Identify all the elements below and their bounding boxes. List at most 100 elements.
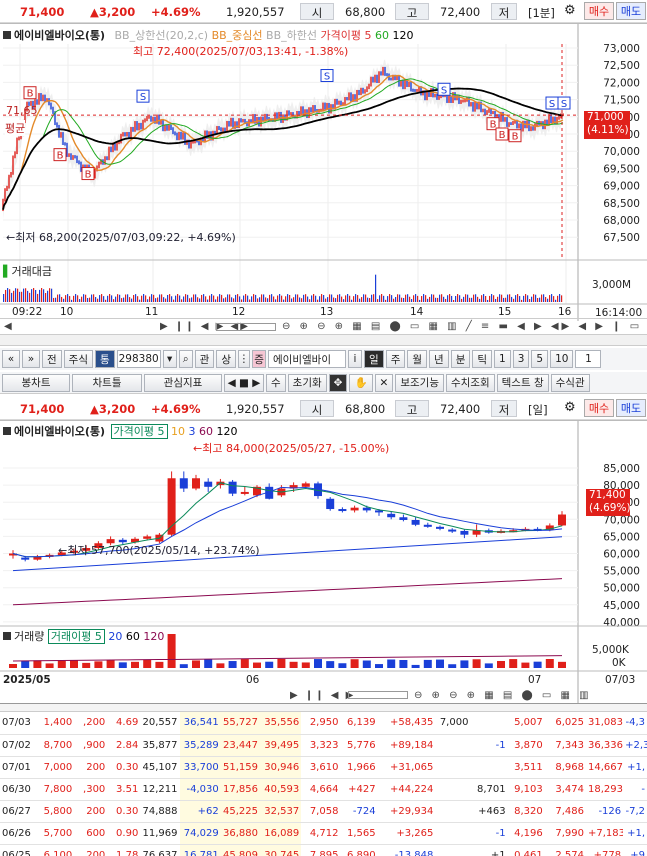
daily-chart[interactable]: 에이비엘바이오(통) 가격이평 5 10 3 60 120 85,000 80,0…: [0, 420, 647, 703]
vol2-tick-high: 5,000K: [592, 644, 629, 656]
table-cell: 35,556: [259, 712, 302, 735]
volume-bar: [527, 295, 529, 302]
daily-data-table[interactable]: 07/03 1,400,200 4.69 20,557 36,541 55,727 35,5…: [0, 703, 647, 856]
interval-3[interactable]: 3: [512, 350, 530, 368]
info-button[interactable]: i: [348, 350, 363, 368]
zoom-controls-2[interactable]: ⊖ ⊕ ⊖ ⊕ ▦ ▤ ⬤ ▭ ▦ ▥: [414, 690, 592, 701]
table-row[interactable]: 06/25 6,100,200 1.78 76,637 16,781 45,809 30,7…: [0, 844, 647, 856]
period-minute[interactable]: 분: [450, 350, 471, 368]
volume-bar: [111, 295, 113, 302]
buy-button-daily[interactable]: 매수: [584, 399, 614, 417]
volume-bar-2: [472, 659, 481, 668]
zoom-controls[interactable]: ⊖ ⊕ ⊖ ⊕ ▦ ▤ ⬤ ▭ ▦ ▥ ╱ ≡ ▬ ◀ ▶ ◀▶ ◀ ▶ ❙ ▭: [282, 321, 642, 332]
volume-bar: [493, 295, 495, 302]
expand-button[interactable]: »: [22, 350, 40, 368]
table-cell: 4.69: [107, 712, 141, 735]
buy-button[interactable]: 매수: [584, 2, 614, 20]
tong-toggle[interactable]: 통: [95, 350, 115, 368]
interval-select[interactable]: 1: [575, 350, 602, 368]
volume-bar: [3, 294, 5, 302]
open-label-daily: 시: [300, 400, 334, 417]
table-cell: +427: [340, 778, 378, 801]
cross-icon[interactable]: ✕: [374, 373, 394, 392]
table-row[interactable]: 07/02 8,700,900 2.84 35,877 35,289 23,447 39,4…: [0, 734, 647, 757]
table-row[interactable]: 06/30 7,800,300 3.51 12,211 -4,030 17,856 40,5…: [0, 778, 647, 801]
volume-bar: [505, 297, 507, 302]
playback-controls-2[interactable]: ▶ ❙❙ ◀ ▶: [290, 690, 355, 701]
value-lookup-button[interactable]: 수치조회: [446, 373, 495, 392]
volume-bar: [29, 292, 31, 302]
volume-bar-2: [545, 659, 554, 668]
text-window-button[interactable]: 텍스트 창: [496, 373, 549, 392]
volume-bar: [35, 290, 37, 302]
table-cell: 36,336: [586, 734, 624, 757]
volume-bar: [99, 295, 101, 302]
aux-function-button[interactable]: 보조기능: [395, 373, 444, 392]
dropdown-icon[interactable]: ▾: [162, 350, 177, 368]
stock-tab[interactable]: 주식: [63, 350, 93, 368]
vol2-label: 거래량: [14, 630, 45, 643]
table-cell: -: [623, 778, 647, 801]
candle-body: [362, 507, 371, 511]
period-week[interactable]: 주: [385, 350, 406, 368]
volume-bar: [259, 297, 261, 302]
volume-bar: [345, 295, 347, 302]
volume-bar: [383, 295, 385, 302]
volume-bar: [309, 299, 311, 302]
table-row[interactable]: 07/03 1,400,200 4.69 20,557 36,541 55,727 35,5…: [0, 712, 647, 735]
period-tick[interactable]: 틱: [472, 350, 493, 368]
interval-1[interactable]: 1: [494, 350, 511, 368]
table-cell: 51,159: [220, 756, 260, 779]
period-label[interactable]: [1분]: [528, 5, 555, 21]
volume-bar: [371, 294, 373, 302]
volume-bar: [561, 295, 563, 302]
chart1-scrollbar[interactable]: [216, 323, 276, 331]
search-icon[interactable]: ⌕: [178, 350, 193, 368]
watch-indicator-button[interactable]: 관심지표: [144, 373, 222, 392]
chart1-scroll-controls[interactable]: ◀ ▶ ❙❙ ◀ ▶ ◀▶ ⊖ ⊕ ⊖ ⊕ ▦ ▤ ⬤ ▭ ▦ ▥ ╱ ≡ ▬ …: [0, 318, 647, 334]
intraday-chart[interactable]: 에이비엘바이오(통) BB_상한선(20,2,c) BB_중심선 BB_하한선 …: [0, 23, 647, 321]
volume-bar: [59, 294, 61, 302]
whole-button[interactable]: 전: [42, 350, 62, 368]
formula-button[interactable]: 수식관: [550, 373, 590, 392]
sell-button[interactable]: 매도: [616, 2, 646, 20]
volume-bar: [71, 299, 73, 302]
gear-icon[interactable]: ⚙: [564, 400, 576, 415]
su-button[interactable]: 수: [266, 373, 286, 392]
sang-button[interactable]: 상: [216, 350, 237, 368]
volume-bar: [241, 299, 243, 302]
code-input[interactable]: 298380: [116, 350, 161, 368]
period-label-daily[interactable]: [일]: [528, 402, 548, 418]
table-cell: 6,025: [544, 712, 586, 735]
period-month[interactable]: 월: [407, 350, 428, 368]
nav-arrows[interactable]: ◀ ■ ▶: [224, 373, 264, 392]
volume-bar: [195, 294, 197, 302]
period-year[interactable]: 년: [429, 350, 449, 368]
gear-icon[interactable]: ⚙: [564, 3, 576, 18]
table-row[interactable]: 06/27 5,800 200 0.30 74,888 +62 45,225 32,537 7,…: [0, 800, 647, 823]
chart-frame-button[interactable]: 차트틀: [72, 373, 142, 392]
volume-bar: [93, 294, 95, 302]
chart2-scrollbar[interactable]: [348, 691, 408, 699]
table-cell: 7,990: [544, 822, 586, 845]
collapse-button[interactable]: «: [2, 350, 20, 368]
table-row[interactable]: 07/01 7,000 200 0.30 45,107 33,700 51,159 30,94…: [0, 756, 647, 779]
sell-button-daily[interactable]: 매도: [616, 399, 646, 417]
chart2-scroll-controls[interactable]: ▶ ❙❙ ◀ ▶ ⊖ ⊕ ⊖ ⊕ ▦ ▤ ⬤ ▭ ▦ ▥: [0, 687, 647, 703]
table-row[interactable]: 06/26 5,700 600 0.90 11,969 74,029 36,880 16,08…: [0, 822, 647, 845]
volume-bar-2: [497, 660, 505, 668]
splitter[interactable]: [0, 334, 647, 346]
watch-button[interactable]: 관: [194, 350, 215, 368]
candle-chart-button[interactable]: 봉차트: [2, 373, 70, 392]
volume-bar: [475, 294, 477, 302]
interval-10[interactable]: 10: [550, 350, 574, 368]
move-icon[interactable]: ✥: [328, 373, 348, 392]
hand-icon[interactable]: ✋: [349, 373, 373, 392]
volume-bar: [305, 294, 307, 302]
period-day[interactable]: 일: [364, 350, 384, 368]
interval-5[interactable]: 5: [531, 350, 549, 368]
volume-bar: [417, 295, 419, 302]
more-icon[interactable]: ⋮: [238, 350, 251, 368]
reset-button[interactable]: 초기화: [287, 373, 327, 392]
stock-name-field[interactable]: 에이비엘바이: [268, 350, 347, 368]
